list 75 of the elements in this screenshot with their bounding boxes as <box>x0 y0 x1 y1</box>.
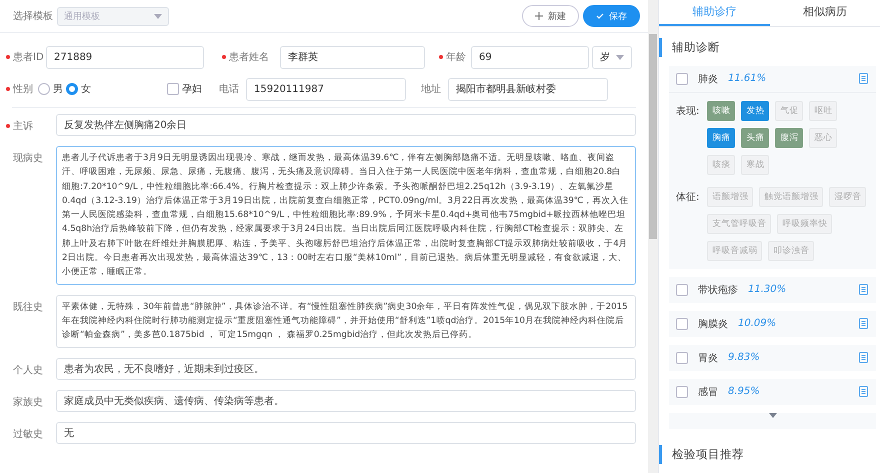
checkbox-label: 孕妇 <box>182 83 202 96</box>
scrollbar-thumb[interactable] <box>649 34 657 239</box>
radio-label: 女 <box>81 83 91 96</box>
text-field[interactable]: 15920111987 <box>246 78 406 100</box>
checkbox[interactable] <box>676 284 688 296</box>
field-label: 患者姓名 <box>222 50 277 64</box>
checkbox[interactable] <box>676 352 688 364</box>
diagnosis-name: 胃炎 <box>698 352 718 365</box>
text-field[interactable]: 揭阳市都明县新岐村委 <box>448 78 608 100</box>
text-area[interactable]: 患者儿子代诉患者于3月9日无明显诱因出现畏冷、寒战，继而发热，最高体温39.6℃，伴有左侧胸部隐痛不适。无明显咳嗽、咯血、夜间盗汗、呼吸困难，无尿频、尿急、尿痛，无腹痛、腹泻，无头痛及意识障碍。当日入住于第一人民医院中医老年病科，查血常规，白细胞20.8白细胞:7.20*10^9/L，中性粒细胞比率:66.4%。行胸片检查提示：双上肺少许条索。予头孢哌酮舒巴坦2.25q12h（3.9-3.19）、左氧氟沙星0.4qd（3.12-3.19）治疗后体温正常于3月19日出院，出院前复查白细胞正常，PCT0.09ng/ml。3月22日再次发热，最高体温39℃，再次入住第一人民医院感染科，查血常规，白细胞15.68*10^9/L，中性粒细胞比率:89.9%，予阿米卡星0.4qd+奥司他韦75mgbid+哌拉西林他唑巴坦4.5q8h治疗后热峰较前下降，但仍有发热，经家属要求于3月24日出院。当日出院后同江医院呼吸内科住院，行胸部CT检查提示：双肺尖、左肺上叶及右肺下叶散在纤维灶并胸膜肥厚、粘连，予美平、头孢噻肟舒巴坦治疗后体温正常，出院时复查胸部CT提示双肺病灶较前吸收，于4月2日出院。今日患者再次出现发热，最高体温达39℃，13：00时左右口服“美林10ml”，目前已退热。病后体重无明显减轻，有食欲减退，大、小便正常，睡眠正常。 <box>56 146 636 285</box>
checkbox[interactable] <box>676 386 688 398</box>
symptom-tag[interactable]: 支气管呼吸音 <box>707 214 772 234</box>
document-icon[interactable] <box>859 73 868 84</box>
document-icon[interactable] <box>859 386 868 398</box>
document-icon[interactable] <box>859 284 868 296</box>
symptom-tag[interactable]: 语颤增强 <box>707 186 754 207</box>
checkbox[interactable] <box>676 318 688 330</box>
group-label: 体征: <box>676 190 700 205</box>
probability: 10.09% <box>738 318 776 330</box>
diagnosis-name: 带状疱疹 <box>698 284 738 297</box>
document-icon[interactable] <box>859 318 868 330</box>
text-area[interactable]: 平素体健，无特殊，30年前曾患“肺脓肿”，具体诊治不详。有“慢性阻塞性肺疾病”病史30余年，平日有阵发性气促，偶见双下肢水肿，于2015年在我院神经内科住院时行肺功能测定提示“重度阻塞性通气功能障碍”，并开始使用“舒利迭”1喷qd治疗。2015年10月在我院神经内科住院后诊断“帕金森病”，美多芭0.1875bid ， 可定15mgqn ， 森福罗0.25mgbid治疗，但此次发热后已停药。 <box>56 294 636 348</box>
field-label: 年龄 <box>439 50 468 64</box>
text-field[interactable]: 李群英 <box>280 46 425 68</box>
text-field[interactable]: 69 <box>471 46 589 68</box>
symptom-tag[interactable]: 呼吸音减弱 <box>707 240 762 261</box>
new-button[interactable]: 新建 <box>522 5 579 27</box>
symptom-tag[interactable]: 气促 <box>775 100 804 121</box>
symptom-tag[interactable]: 发热 <box>741 100 770 121</box>
symptom-tag[interactable]: 触觉语颤增强 <box>759 186 824 207</box>
symptom-tag[interactable]: 咳嗽 <box>707 100 736 121</box>
symptom-tag[interactable]: 寒战 <box>741 154 770 175</box>
checkbox[interactable] <box>167 83 179 95</box>
document-icon[interactable] <box>859 352 868 364</box>
text-field[interactable]: 无 <box>56 422 636 444</box>
section-heading: 辅助诊断 <box>659 38 880 57</box>
diagnosis-name: 肺炎 <box>698 72 718 86</box>
symptom-tag[interactable]: 腹泻 <box>775 128 804 148</box>
tab[interactable]: 辅助诊疗 <box>659 0 770 26</box>
symptom-tag[interactable]: 呕吐 <box>809 100 838 121</box>
field-label: 主诉 <box>6 114 52 133</box>
radio-button[interactable] <box>38 83 50 95</box>
tab[interactable]: 相似病历 <box>770 0 880 26</box>
symptom-tag[interactable]: 叩诊浊音 <box>768 240 814 261</box>
caret-icon <box>154 14 162 18</box>
symptom-tag[interactable]: 湿啰音 <box>829 186 866 207</box>
field-label: 性别 <box>6 82 35 96</box>
text-field[interactable]: 家庭成员中无类似疾病、遗传病、传染病等患者。 <box>56 390 636 412</box>
check-icon <box>596 12 604 20</box>
unit-select[interactable]: 岁 <box>592 46 632 68</box>
text-field[interactable]: 反复发热伴左侧胸痛20余日 <box>56 114 636 136</box>
symptom-tag[interactable]: 呼吸频率快 <box>777 214 832 234</box>
section-heading: 检验项目推荐 <box>659 445 880 464</box>
field-label: 患者ID <box>6 50 43 64</box>
probability: 8.95% <box>728 386 760 398</box>
diagnosis-name: 感冒 <box>698 386 718 399</box>
symptom-tag[interactable]: 头痛 <box>741 128 770 148</box>
probability: 11.61% <box>728 73 766 84</box>
text-field[interactable]: 271889 <box>46 46 204 68</box>
probability: 9.83% <box>728 352 760 364</box>
text-field[interactable]: 患者为农民，无不良嗜好，近期未到过疫区。 <box>56 358 636 380</box>
symptom-tag[interactable]: 恶心 <box>809 128 838 148</box>
radio-label: 男 <box>53 83 63 96</box>
probability: 11.30% <box>748 284 786 296</box>
diagnosis-name: 胸膜炎 <box>698 318 728 331</box>
checkbox[interactable] <box>676 72 688 85</box>
symptom-tag[interactable]: 咳痰 <box>707 154 736 175</box>
radio-button[interactable] <box>66 83 78 95</box>
caret-icon <box>768 412 776 418</box>
save-button[interactable]: 保存 <box>583 5 640 27</box>
template-select[interactable]: 通用模板 <box>57 6 169 26</box>
caret-icon <box>616 54 624 60</box>
group-label: 表现: <box>676 104 700 119</box>
plus-icon <box>535 12 543 20</box>
symptom-tag[interactable]: 胸痛 <box>707 128 736 148</box>
